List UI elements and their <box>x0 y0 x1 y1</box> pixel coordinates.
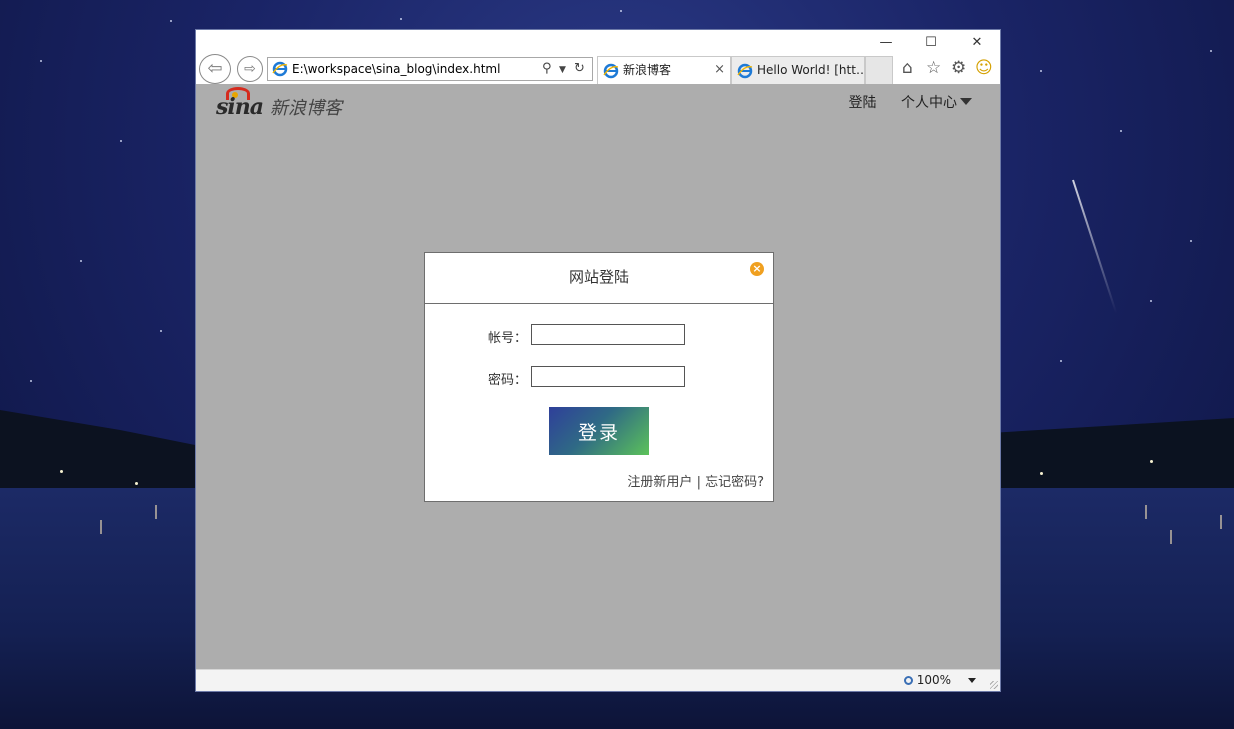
tab-label: Hello World! [htt… <box>757 63 868 77</box>
new-tab-button[interactable] <box>865 56 893 84</box>
zoom-level: 100% <box>916 673 951 687</box>
top-nav: 登陆 个人中心 <box>839 92 972 112</box>
chevron-down-icon[interactable]: ▼ <box>559 65 566 75</box>
title-bar: — ☐ ✕ <box>196 30 1000 54</box>
gear-icon[interactable]: ⚙ <box>951 58 966 78</box>
smiley-icon[interactable]: ☺ <box>975 58 993 78</box>
address-row: ⇦ ⇨ ⚲ ▼ ↻ 新浪博客 × <box>196 54 1000 84</box>
link-separator: | <box>692 475 706 490</box>
refresh-icon[interactable]: ↻ <box>574 61 585 76</box>
dialog-title: 网站登陆 <box>425 253 773 304</box>
login-button[interactable]: 登录 <box>549 407 649 455</box>
browser-window: — ☐ ✕ ⇦ ⇨ ⚲ ▼ ↻ 新浪博客 <box>196 30 1000 691</box>
logo-cn-text: 新浪博客 <box>270 98 342 119</box>
ie-tab-icon <box>603 63 619 79</box>
account-input[interactable] <box>531 324 685 345</box>
account-label: 帐号： <box>488 331 528 346</box>
minimize-button[interactable]: — <box>871 34 901 52</box>
nav-personal-center-label: 个人中心 <box>901 95 957 111</box>
maximize-button[interactable]: ☐ <box>916 34 946 52</box>
close-window-button[interactable]: ✕ <box>962 34 992 52</box>
page-content: sina 新浪博客 登陆 个人中心 网站登陆 × 帐号： 密码： 登录 注册新用… <box>196 84 1000 669</box>
password-label: 密码： <box>488 373 528 388</box>
dialog-close-icon[interactable]: × <box>750 262 764 276</box>
search-icon[interactable]: ⚲ <box>542 61 552 76</box>
ie-tab-icon <box>737 63 753 79</box>
register-link[interactable]: 注册新用户 <box>627 475 692 490</box>
home-icon[interactable]: ⌂ <box>902 58 913 78</box>
forward-button[interactable]: ⇨ <box>237 56 263 82</box>
login-dialog: 网站登陆 × 帐号： 密码： 登录 注册新用户 | 忘记密码? <box>424 252 774 502</box>
address-bar: ⚲ ▼ ↻ <box>267 57 593 81</box>
forgot-password-link[interactable]: 忘记密码? <box>705 475 764 490</box>
logo-text: sina <box>216 94 264 120</box>
password-input[interactable] <box>531 366 685 387</box>
close-tab-icon[interactable]: × <box>714 57 725 83</box>
tab-label: 新浪博客 <box>623 63 672 77</box>
resize-grip[interactable] <box>990 681 998 689</box>
tab-sina-blog[interactable]: 新浪博客 × <box>597 56 731 84</box>
ie-page-icon <box>272 61 288 77</box>
address-input[interactable] <box>292 60 530 78</box>
zoom-indicator[interactable]: 100% <box>903 673 951 687</box>
back-arrow-icon: ⇦ <box>207 58 223 79</box>
tab-hello-world[interactable]: Hello World! [htt… <box>731 56 868 84</box>
nav-personal-center[interactable]: 个人中心 <box>891 95 972 111</box>
zoom-icon <box>903 676 913 685</box>
forward-arrow-icon: ⇨ <box>244 61 256 77</box>
status-bar: 100% <box>196 669 1000 691</box>
dialog-links: 注册新用户 | 忘记密码? <box>627 471 764 490</box>
caret-down-icon <box>960 98 972 105</box>
star-icon[interactable]: ☆ <box>926 58 941 78</box>
zoom-dropdown-icon[interactable] <box>968 678 976 683</box>
nav-login-link[interactable]: 登陆 <box>849 95 877 111</box>
back-button[interactable]: ⇦ <box>199 54 231 84</box>
